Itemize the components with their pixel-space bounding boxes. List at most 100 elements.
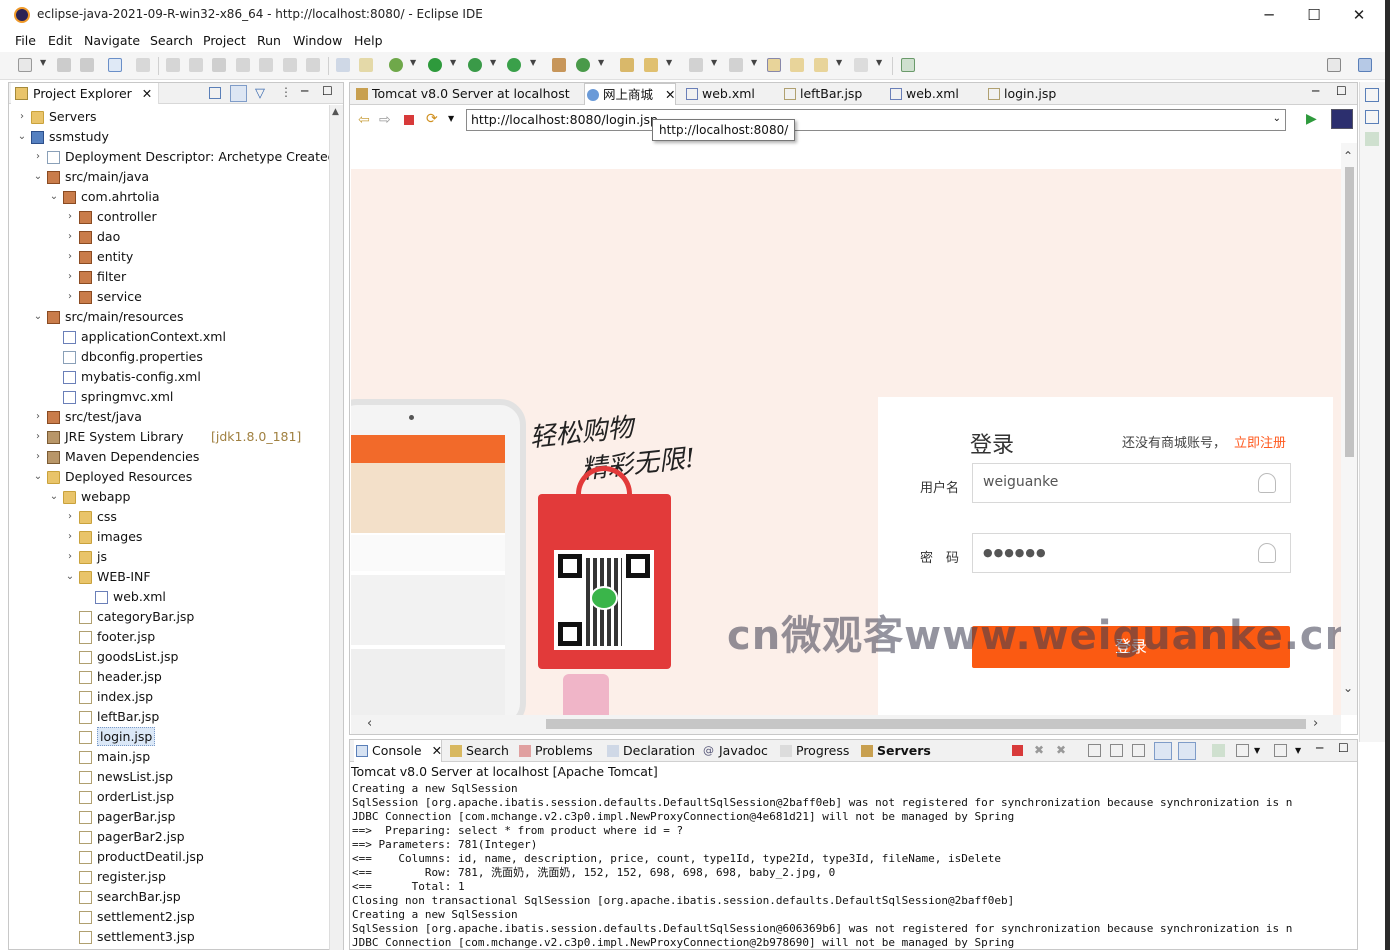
new-java-package-icon[interactable] <box>552 58 566 72</box>
terminate-icon[interactable] <box>212 58 226 72</box>
tab-project-explorer[interactable]: Project Explorer ✕ <box>11 83 160 104</box>
menu-help[interactable]: Help <box>354 33 383 48</box>
clear-console-icon[interactable] <box>1088 744 1101 757</box>
url-input[interactable]: http://localhost:8080/login.jsp ⌄ <box>466 109 1286 131</box>
scroll-thumb[interactable] <box>1345 167 1354 457</box>
chevron-down-icon[interactable]: ▼ <box>448 114 454 123</box>
expand-arrow-icon[interactable]: › <box>33 427 43 447</box>
expand-arrow-icon[interactable]: › <box>65 247 75 267</box>
chevron-down-icon[interactable]: ▼ <box>490 58 496 67</box>
suspend-icon[interactable] <box>189 58 203 72</box>
pin-console-icon[interactable] <box>1212 744 1225 757</box>
menu-navigate[interactable]: Navigate <box>84 33 140 48</box>
maximize-view-icon[interactable]: ☐ <box>1336 84 1347 98</box>
step-over-icon[interactable] <box>283 58 297 72</box>
debug-icon[interactable] <box>389 58 403 72</box>
tab-problems[interactable]: Problems <box>517 740 593 762</box>
tab-servers[interactable]: Servers <box>859 740 931 762</box>
next-annotation-icon[interactable] <box>689 58 703 72</box>
resume-icon[interactable] <box>166 58 180 72</box>
tab-tomcat-server[interactable]: Tomcat v8.0 Server at localhost <box>354 83 580 105</box>
refresh-icon[interactable]: ⟳ <box>426 111 438 127</box>
minimize-view-icon[interactable]: ─ <box>1312 84 1319 98</box>
tree-item[interactable]: searchBar.jsp <box>9 887 329 907</box>
save-all-icon[interactable] <box>80 58 94 72</box>
last-edit-location-icon[interactable] <box>767 58 781 72</box>
tree-item[interactable]: footer.jsp <box>9 627 329 647</box>
open-console-icon[interactable] <box>336 58 350 72</box>
step-into-icon[interactable] <box>259 58 273 72</box>
new-icon[interactable] <box>18 58 32 72</box>
maximize-view-icon[interactable]: ☐ <box>1338 741 1349 755</box>
word-wrap-icon[interactable] <box>1132 744 1145 757</box>
remove-launch-icon[interactable]: ✖ <box>1034 743 1044 757</box>
chevron-down-icon[interactable]: ▼ <box>751 58 757 67</box>
tree-scrollbar[interactable]: ▲ <box>329 105 343 950</box>
open-task-icon[interactable] <box>644 58 658 72</box>
tab-web-browser[interactable]: 网上商城 ✕ <box>584 83 676 105</box>
tree-item[interactable]: › entity <box>9 247 329 267</box>
tab-declaration[interactable]: Declaration <box>605 740 695 762</box>
menu-edit[interactable]: Edit <box>48 33 72 48</box>
menu-run[interactable]: Run <box>257 33 281 48</box>
chevron-down-icon[interactable]: ▼ <box>711 58 717 67</box>
chevron-down-icon[interactable]: ▼ <box>450 58 456 67</box>
tree-item[interactable]: pagerBar2.jsp <box>9 827 329 847</box>
tab-login-jsp[interactable]: login.jsp <box>986 83 1086 105</box>
minimize-view-icon[interactable]: ─ <box>301 84 308 98</box>
remove-all-icon[interactable]: ✖ <box>1056 743 1066 757</box>
tree-item[interactable]: main.jsp <box>9 747 329 767</box>
tree-item[interactable]: › Servers <box>9 107 329 127</box>
tree-item[interactable]: productDeatil.jsp <box>9 847 329 867</box>
tree-item[interactable]: › js <box>9 547 329 567</box>
coverage-icon[interactable] <box>468 58 482 72</box>
scroll-lock-icon[interactable] <box>1110 744 1123 757</box>
forward-icon[interactable] <box>854 58 868 72</box>
tree-item[interactable]: categoryBar.jsp <box>9 607 329 627</box>
tree-item[interactable]: › JRE System Library [jdk1.8.0_181] <box>9 427 329 447</box>
username-input[interactable]: weiguanke <box>972 463 1291 503</box>
tree-item[interactable]: springmvc.xml <box>9 387 329 407</box>
tree-item[interactable]: goodsList.jsp <box>9 647 329 667</box>
tree-item[interactable]: ⌄ Deployed Resources <box>9 467 329 487</box>
stop-icon[interactable] <box>404 115 414 125</box>
collapse-arrow-icon[interactable]: ⌄ <box>33 467 43 487</box>
chevron-down-icon[interactable]: ▼ <box>836 58 842 67</box>
tree-item[interactable]: login.jsp <box>9 727 329 747</box>
expand-arrow-icon[interactable]: › <box>17 107 27 127</box>
tree-item[interactable]: › css <box>9 507 329 527</box>
scroll-up-icon[interactable]: ⌃ <box>1343 149 1353 163</box>
webpage-vertical-scrollbar[interactable]: ⌃ ⌄ <box>1341 143 1357 715</box>
outline-icon[interactable] <box>1365 110 1379 124</box>
collapse-arrow-icon[interactable]: ⌄ <box>49 187 59 207</box>
tab-web-xml-2[interactable]: web.xml <box>888 83 986 105</box>
chevron-down-icon[interactable]: ▼ <box>40 58 46 67</box>
tree-item[interactable]: ⌄ src/main/java <box>9 167 329 187</box>
collapse-arrow-icon[interactable]: ⌄ <box>49 487 59 507</box>
tree-item[interactable]: ⌄ src/main/resources <box>9 307 329 327</box>
menu-project[interactable]: Project <box>203 33 246 48</box>
collapse-all-icon[interactable] <box>209 87 221 99</box>
tree-item[interactable]: web.xml <box>9 587 329 607</box>
tree-item[interactable]: › filter <box>9 267 329 287</box>
tree-item[interactable]: ⌄ com.ahrtolia <box>9 187 329 207</box>
chevron-down-icon[interactable]: ▼ <box>876 58 882 67</box>
run-icon[interactable] <box>428 58 442 72</box>
menu-file[interactable]: File <box>15 33 36 48</box>
tree-item[interactable]: › dao <box>9 227 329 247</box>
tree-item[interactable]: dbconfig.properties <box>9 347 329 367</box>
expand-arrow-icon[interactable]: › <box>65 207 75 227</box>
tree-item[interactable]: mybatis-config.xml <box>9 367 329 387</box>
view-menu-icon[interactable]: ⋮ <box>280 85 292 99</box>
close-icon[interactable]: ✕ <box>432 743 442 758</box>
terminate-icon[interactable] <box>1012 745 1023 756</box>
scroll-left-icon[interactable]: ‹ <box>367 716 372 731</box>
chevron-down-icon[interactable]: ⌄ <box>1273 113 1281 124</box>
show-on-stdout-icon[interactable] <box>1154 742 1172 760</box>
pin-editor-icon[interactable] <box>901 58 915 72</box>
back-icon[interactable] <box>814 58 828 72</box>
close-button[interactable]: ✕ <box>1336 4 1382 28</box>
collapse-arrow-icon[interactable]: ⌄ <box>33 307 43 327</box>
save-icon[interactable] <box>57 58 71 72</box>
open-perspective-icon[interactable] <box>1327 58 1341 72</box>
